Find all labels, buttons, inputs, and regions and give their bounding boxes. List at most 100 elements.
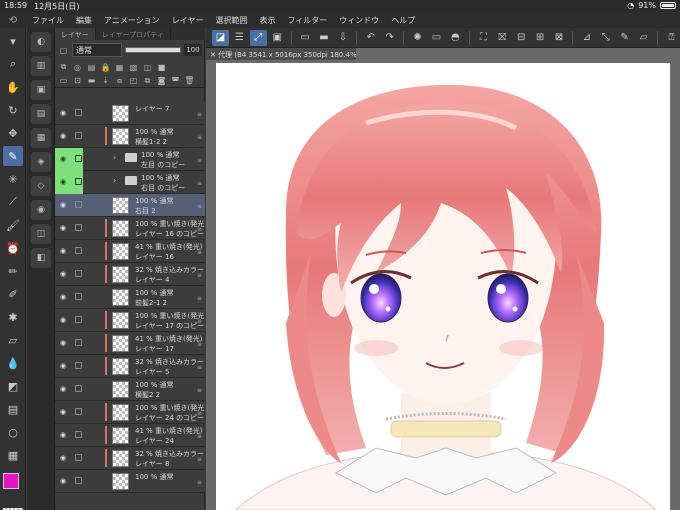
ruler-bar-icon[interactable]: ▱ <box>635 30 652 46</box>
blend-mode-select[interactable]: 通常 <box>72 43 122 57</box>
layer-check[interactable] <box>75 270 82 277</box>
ruler-toggle-icon[interactable]: ◫ <box>142 62 153 73</box>
drag-handle-icon[interactable]: ≡ <box>197 387 202 394</box>
tab-layer-property[interactable]: レイヤープロパティ <box>95 28 171 40</box>
new-raster-layer-icon[interactable]: ▭ <box>58 75 69 86</box>
marker-icon[interactable]: ✐ <box>3 284 23 304</box>
invert-select-icon[interactable]: ⊟ <box>513 30 530 46</box>
menu-file[interactable]: ファイル <box>26 15 70 26</box>
drag-handle-icon[interactable]: ≡ <box>197 410 202 417</box>
drag-handle-icon[interactable]: ≡ <box>197 203 202 210</box>
lock-alpha-icon[interactable]: ▦ <box>114 62 125 73</box>
main-color-swatch[interactable] <box>3 473 19 489</box>
layer-check[interactable] <box>75 385 82 392</box>
layer-check[interactable] <box>75 339 82 346</box>
visibility-eye-icon[interactable]: ◉ <box>58 201 68 209</box>
new-file-icon[interactable]: ▭ <box>297 30 314 46</box>
rotate-icon[interactable]: ↻ <box>3 100 23 120</box>
airbrush-icon[interactable]: ⏰ <box>3 238 23 258</box>
drag-handle-icon[interactable]: ≡ <box>197 341 202 348</box>
clip-icon[interactable]: ⧉ <box>58 62 69 73</box>
visibility-eye-icon[interactable]: ◉ <box>58 477 68 485</box>
merge-down-icon[interactable]: ⧈ <box>114 75 125 86</box>
delete-layer-icon[interactable]: 🗑 <box>184 75 195 86</box>
canvas-toggle-icon[interactable]: ◪ <box>212 29 229 46</box>
undo-icon[interactable]: ↶ <box>362 30 379 46</box>
menu-view[interactable]: 表示 <box>253 15 281 26</box>
deselect-icon[interactable]: ⛝ <box>494 30 511 46</box>
layer-row[interactable]: ◉ 41 % 重い焼き(発光) レイヤー 17 ≡ <box>55 332 205 355</box>
layer-row[interactable]: ◉ 100 % 通常 横髪1-2 2 ≡ <box>55 125 205 148</box>
layer-transform-icon[interactable]: ⤢ <box>249 29 267 46</box>
menu-layer[interactable]: レイヤー <box>166 15 210 26</box>
folder-expand-icon[interactable]: › <box>113 153 116 162</box>
lock-icon[interactable]: 🔒 <box>100 62 111 73</box>
visibility-eye-icon[interactable]: ◉ <box>58 385 68 393</box>
menu-filter[interactable]: フィルター <box>281 15 333 26</box>
shape-icon[interactable]: ○ <box>3 422 23 442</box>
brush-size-icon[interactable]: ✎ <box>616 30 633 46</box>
layer-row[interactable]: ◉ 100 % 重い焼き(発光) レイヤー 17 のコピー ≡ <box>55 309 205 332</box>
layer-check[interactable] <box>75 293 82 300</box>
blend-icon[interactable]: 💧 <box>3 353 23 373</box>
visibility-eye-icon[interactable]: ◉ <box>58 293 68 301</box>
display-icon[interactable]: ▣ <box>269 30 286 46</box>
eyedropper-icon[interactable]: ⟋ <box>3 192 23 212</box>
palette-c-icon[interactable]: ▣ <box>31 80 51 100</box>
visibility-eye-icon[interactable]: ◉ <box>58 109 68 117</box>
layer-row[interactable]: ◉ 32 % 焼き込みカラー レイヤー 8 ≡ <box>55 447 205 470</box>
mask-apply-icon[interactable]: ◚ <box>170 75 181 86</box>
visibility-eye-icon[interactable]: ◉ <box>58 316 68 324</box>
layer-check[interactable] <box>75 454 82 461</box>
menu-help[interactable]: ヘルプ <box>385 15 421 26</box>
clear-icon[interactable]: ▭ <box>428 30 445 46</box>
brush-icon[interactable]: 🖌 <box>3 215 23 235</box>
layer-check[interactable] <box>75 109 82 116</box>
select-all-icon[interactable]: ⛶ <box>475 30 492 46</box>
drag-handle-icon[interactable]: ≡ <box>197 364 202 371</box>
mask-icon[interactable]: ▧ <box>128 62 139 73</box>
palette-f-icon[interactable]: ◈ <box>31 152 51 172</box>
save-icon[interactable]: ⇩ <box>334 30 351 46</box>
layer-row[interactable]: ◉ 32 % 焼き込みカラー レイヤー 5 ≡ <box>55 355 205 378</box>
magic-wand-icon[interactable]: ✳ <box>3 169 23 189</box>
drag-handle-icon[interactable]: ≡ <box>197 180 202 187</box>
layer-color-toggle-icon[interactable]: ■ <box>156 62 167 73</box>
layer-check[interactable] <box>75 132 82 139</box>
drag-handle-icon[interactable]: ≡ <box>197 226 202 233</box>
close-tab-icon[interactable]: ✕ <box>210 51 218 59</box>
palette-j-icon[interactable]: ◧ <box>31 248 51 268</box>
visibility-eye-icon[interactable]: ◉ <box>58 224 68 232</box>
draft-icon[interactable]: ▤ <box>86 62 97 73</box>
visibility-eye-icon[interactable]: ◉ <box>58 247 68 255</box>
folder-expand-icon[interactable]: › <box>113 176 116 185</box>
layer-color-icon[interactable]: ▢ <box>58 45 69 56</box>
open-file-icon[interactable]: ▬ <box>316 30 333 46</box>
eraser-icon[interactable]: ▱ <box>3 330 23 350</box>
drag-handle-icon[interactable]: ≡ <box>197 433 202 440</box>
layer-row[interactable]: ◉ 100 % 重い焼き(発光) レイヤー 24 のコピー 2 ≡ <box>55 401 205 424</box>
layer-row[interactable]: ◉ 41 % 重い焼き(発光) レイヤー 16 ≡ <box>55 240 205 263</box>
companion-icon[interactable]: ⍰ <box>663 30 680 46</box>
visibility-eye-icon[interactable]: ◉ <box>58 408 68 416</box>
layer-check[interactable] <box>75 362 82 369</box>
layer-check[interactable] <box>75 247 82 254</box>
expand-select-icon[interactable]: ⊞ <box>532 30 549 46</box>
shrink-select-icon[interactable]: ⊠ <box>551 30 568 46</box>
drag-handle-icon[interactable]: ≡ <box>197 479 202 486</box>
layer-folder-row[interactable]: ◉ › 100 % 通常 右目 のコピー ≡ <box>55 171 205 194</box>
reference-icon[interactable]: ◎ <box>72 62 83 73</box>
visibility-eye-icon[interactable]: ◉ <box>58 454 68 462</box>
palette-b-icon[interactable]: ▥ <box>31 56 51 76</box>
mask-add-icon[interactable]: ◙ <box>156 75 167 86</box>
list-icon[interactable]: ☰ <box>231 30 248 46</box>
layer-check[interactable] <box>75 201 82 208</box>
fill-bucket-icon[interactable]: ◓ <box>447 30 464 46</box>
move-icon[interactable]: ✥ <box>3 123 23 143</box>
fill-icon[interactable]: ◩ <box>3 376 23 396</box>
layer-check[interactable] <box>75 408 82 415</box>
new-folder-icon[interactable]: ▬ <box>86 75 97 86</box>
loading-icon[interactable]: ✺ <box>409 30 426 46</box>
app-logo-icon[interactable]: ⟲ <box>0 15 26 26</box>
decoration-icon[interactable]: ✱ <box>3 307 23 327</box>
